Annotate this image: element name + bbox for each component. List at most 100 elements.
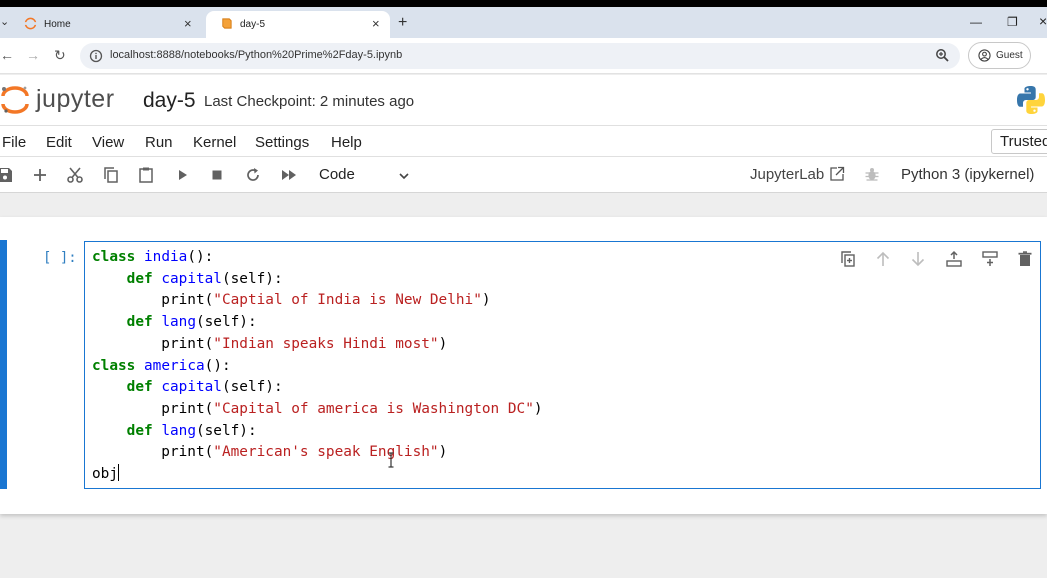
code-token: obj [92, 466, 118, 483]
menu-help[interactable]: Help [331, 134, 362, 151]
code-token: "Capital of america is Washington DC" [213, 400, 534, 417]
external-link-icon[interactable] [829, 166, 845, 182]
jupyter-header: jupyter day-5 Last Checkpoint: 2 minutes… [0, 75, 1047, 125]
jupyter-logo-icon[interactable] [0, 84, 30, 114]
notebook-favicon-icon [222, 18, 232, 29]
address-bar: ← → ↻ localhost:8888/notebooks/Python%20… [0, 38, 1047, 74]
cut-scissors-icon[interactable] [66, 166, 84, 184]
last-checkpoint-status: Last Checkpoint: 2 minutes ago [204, 93, 415, 110]
code-text[interactable]: class india(): def capital(self): print(… [92, 247, 543, 486]
code-token: capital [161, 270, 222, 287]
browser-tab-home[interactable]: Home × [10, 11, 206, 38]
copy-icon[interactable] [102, 166, 120, 184]
code-line[interactable]: def capital(self): [92, 377, 543, 399]
code-line[interactable]: def capital(self): [92, 269, 543, 291]
interrupt-stop-icon[interactable] [208, 166, 226, 184]
insert-cell-plus-icon[interactable] [31, 166, 49, 184]
code-token: print( [92, 335, 214, 352]
code-token: (self): [221, 270, 283, 287]
code-line[interactable]: def lang(self): [92, 421, 543, 443]
url-text: localhost:8888/notebooks/Python%20Prime%… [110, 49, 403, 61]
kernel-status-name[interactable]: Python 3 (ipykernel) [901, 166, 1034, 183]
code-line[interactable]: class america(): [92, 356, 543, 378]
site-info-icon[interactable] [89, 49, 103, 63]
trusted-indicator[interactable]: Trusted [991, 129, 1047, 154]
code-line[interactable]: print("Captial of India is New Delhi") [92, 290, 543, 312]
open-jupyterlab-link[interactable]: JupyterLab [750, 166, 824, 183]
code-token: class [92, 357, 136, 374]
zoom-icon[interactable] [935, 48, 950, 63]
url-omnibox[interactable]: localhost:8888/notebooks/Python%20Prime%… [80, 43, 960, 69]
restart-kernel-icon[interactable] [244, 166, 262, 184]
code-line[interactable]: print("Capital of america is Washington … [92, 399, 543, 421]
code-token: def [126, 379, 153, 396]
tab-close-icon[interactable]: × [184, 16, 192, 31]
restart-run-all-fast-forward-icon[interactable] [280, 166, 298, 184]
reload-icon[interactable]: ↻ [54, 47, 66, 64]
notebook-title[interactable]: day-5 [143, 89, 196, 113]
code-token: lang [161, 314, 196, 331]
code-token: india [144, 249, 188, 265]
code-line[interactable]: print("American's speak English") [92, 442, 543, 464]
code-token: ) [438, 335, 448, 352]
menu-bar: File Edit View Run Kernel Settings Help … [0, 125, 1047, 157]
minimize-icon[interactable]: — [970, 15, 982, 29]
back-arrow-icon[interactable]: ← [0, 47, 14, 63]
code-token: print( [92, 444, 214, 461]
guest-label: Guest [996, 50, 1023, 61]
restore-icon[interactable]: ❐ [1007, 15, 1018, 29]
code-token: "American's speak English" [213, 444, 439, 461]
code-token: (self): [195, 422, 257, 439]
new-tab-plus-icon[interactable]: + [398, 14, 407, 32]
debugger-bug-icon[interactable] [864, 166, 880, 182]
cell-input-prompt: [ ]: [43, 250, 77, 266]
menu-run[interactable]: Run [145, 134, 173, 151]
menu-view[interactable]: View [92, 134, 124, 151]
jupyter-favicon-icon [24, 17, 37, 30]
code-line[interactable]: def lang(self): [92, 312, 543, 334]
mouse-text-cursor-icon [388, 452, 394, 468]
code-token: class [92, 249, 136, 265]
tab-close-icon[interactable]: × [372, 16, 380, 31]
close-window-icon[interactable]: × [1039, 13, 1047, 29]
code-token: (self): [221, 379, 283, 396]
move-cell-down-arrow-icon[interactable] [909, 250, 927, 268]
code-token: def [126, 422, 153, 439]
code-token: ) [533, 400, 543, 417]
run-cell-play-icon[interactable] [174, 166, 192, 184]
code-token: "Indian speaks Hindi most" [213, 335, 439, 352]
menu-settings[interactable]: Settings [255, 134, 309, 151]
browser-tab-day-5[interactable]: day-5 × [206, 11, 390, 38]
menu-kernel[interactable]: Kernel [193, 134, 236, 151]
paste-clipboard-icon[interactable] [137, 166, 155, 184]
jupyter-wordmark[interactable]: jupyter [36, 85, 115, 114]
code-token: lang [161, 422, 196, 439]
save-icon[interactable] [0, 166, 14, 184]
code-line[interactable]: class india(): [92, 247, 543, 269]
code-cell-editor[interactable]: class india(): def capital(self): print(… [84, 241, 1041, 489]
window-top-edge [0, 0, 1047, 7]
cell-type-select[interactable]: Code [319, 166, 355, 183]
chevron-down-icon[interactable] [397, 169, 411, 183]
forward-arrow-icon[interactable]: → [26, 47, 40, 63]
move-cell-up-arrow-icon[interactable] [874, 250, 892, 268]
delete-cell-trash-icon[interactable] [1016, 250, 1034, 268]
code-token: (self): [195, 314, 257, 331]
duplicate-cell-icon[interactable] [839, 250, 857, 268]
profile-icon [978, 49, 991, 62]
menu-edit[interactable]: Edit [46, 134, 72, 151]
code-line[interactable]: print("Indian speaks Hindi most") [92, 334, 543, 356]
code-line[interactable]: obj [92, 464, 543, 486]
menu-file[interactable]: File [2, 134, 26, 151]
guest-profile-button[interactable]: Guest [968, 42, 1031, 69]
browser-tab-bar: ⌄ Home × day-5 × + — ❐ × [0, 7, 1047, 38]
insert-cell-above-icon[interactable] [945, 250, 963, 268]
tab-title: Home [44, 19, 71, 30]
code-token: ) [438, 444, 448, 461]
code-token: def [126, 314, 153, 331]
insert-cell-below-icon[interactable] [981, 250, 999, 268]
